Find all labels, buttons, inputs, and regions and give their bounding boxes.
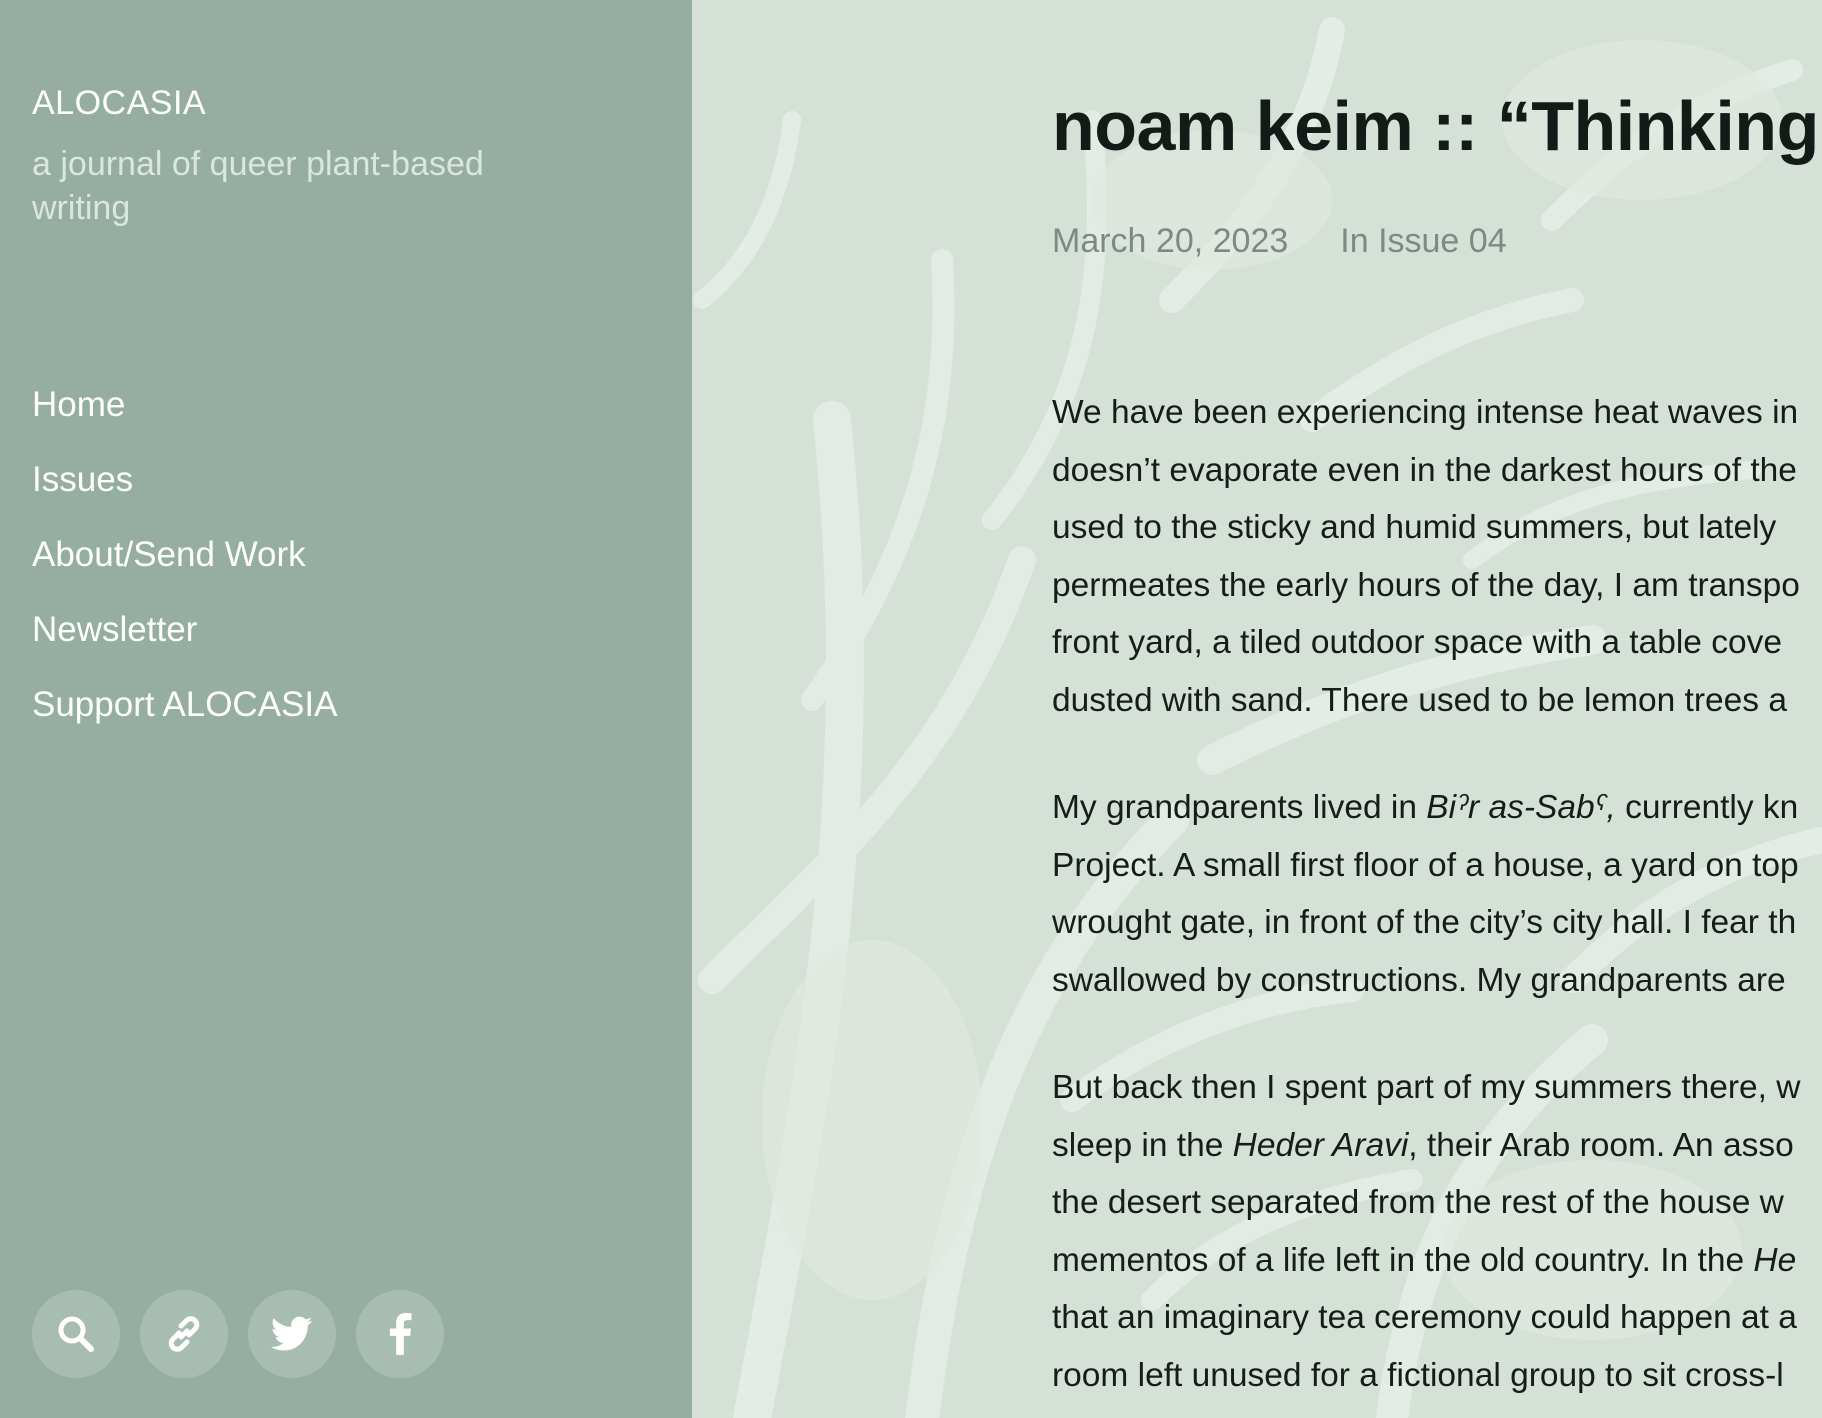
text-line: room left unused for a fictional group t…	[1052, 1356, 1784, 1394]
text-line: But back then I spent part of my summers…	[1052, 1069, 1801, 1106]
paragraph-1: We have been experiencing intense heat w…	[1052, 384, 1822, 729]
post-date[interactable]: March 20, 2023	[1052, 222, 1288, 260]
text-line: wrought gate, in front of the city’s cit…	[1052, 904, 1797, 941]
nav-item-about-send-work[interactable]: About/Send Work	[32, 532, 306, 578]
main-nav: Home Issues About/Send Work Newsletter S…	[32, 382, 337, 757]
text-line: Project. A small first floor of a house,…	[1052, 846, 1799, 884]
paragraph-2: My grandparents lived in Biˀr as-Sabˁ, c…	[1052, 779, 1822, 1009]
post-body: We have been experiencing intense heat w…	[1052, 384, 1822, 1418]
sidebar: ALOCASIA a journal of queer plant-based …	[0, 0, 692, 1418]
text-line: that an imaginary tea ceremony could hap…	[1052, 1299, 1797, 1336]
text-line: used to the sticky and humid summers, bu…	[1052, 509, 1777, 546]
twitter-button[interactable]	[248, 1290, 336, 1378]
social-links	[32, 1290, 444, 1378]
site-title[interactable]: ALOCASIA	[32, 84, 206, 123]
text-line: permeates the early hours of the day, I …	[1052, 566, 1800, 604]
link-icon	[168, 1316, 200, 1352]
paragraph-3: But back then I spent part of my summers…	[1052, 1059, 1822, 1404]
post-meta: March 20, 2023 In Issue 04	[1052, 222, 1507, 261]
nav-item-newsletter[interactable]: Newsletter	[32, 607, 197, 653]
text-line: My grandparents lived in Biˀr as-Sabˁ, c…	[1052, 789, 1799, 826]
text-line: the desert separated from the rest of th…	[1052, 1184, 1784, 1221]
text-line: doesn’t evaporate even in the darkest ho…	[1052, 451, 1797, 489]
nav-item-support[interactable]: Support ALOCASIA	[32, 682, 337, 728]
text-line: We have been experiencing intense heat w…	[1052, 394, 1799, 431]
text-line: mementos of a life left in the old count…	[1052, 1241, 1797, 1279]
facebook-button[interactable]	[356, 1290, 444, 1378]
text-line: sleep in the Heder Aravi, their Arab roo…	[1052, 1126, 1794, 1164]
post-issue-link[interactable]: In Issue 04	[1340, 222, 1506, 260]
permalink-button[interactable]	[140, 1290, 228, 1378]
nav-item-home[interactable]: Home	[32, 382, 125, 428]
facebook-icon	[389, 1313, 412, 1355]
search-button[interactable]	[32, 1290, 120, 1378]
nav-item-issues[interactable]: Issues	[32, 457, 133, 503]
emphasis: He	[1753, 1241, 1797, 1279]
text-line: dusted with sand. There used to be lemon…	[1052, 681, 1787, 719]
place-name: Biˀr as-Sabˁ,	[1426, 789, 1616, 826]
text-line: front yard, a tiled outdoor space with a…	[1052, 624, 1782, 661]
main-content: noam keim :: “Thinking a March 20, 2023 I…	[692, 0, 1822, 1418]
site-tagline: a journal of queer plant-based writing	[32, 145, 484, 227]
emphasis: Heder Aravi	[1232, 1126, 1409, 1164]
search-icon	[58, 1316, 94, 1352]
post-title: noam keim :: “Thinking a	[1052, 87, 1822, 165]
twitter-icon	[271, 1316, 313, 1351]
text-line: swallowed by constructions. My grandpare…	[1052, 961, 1786, 999]
